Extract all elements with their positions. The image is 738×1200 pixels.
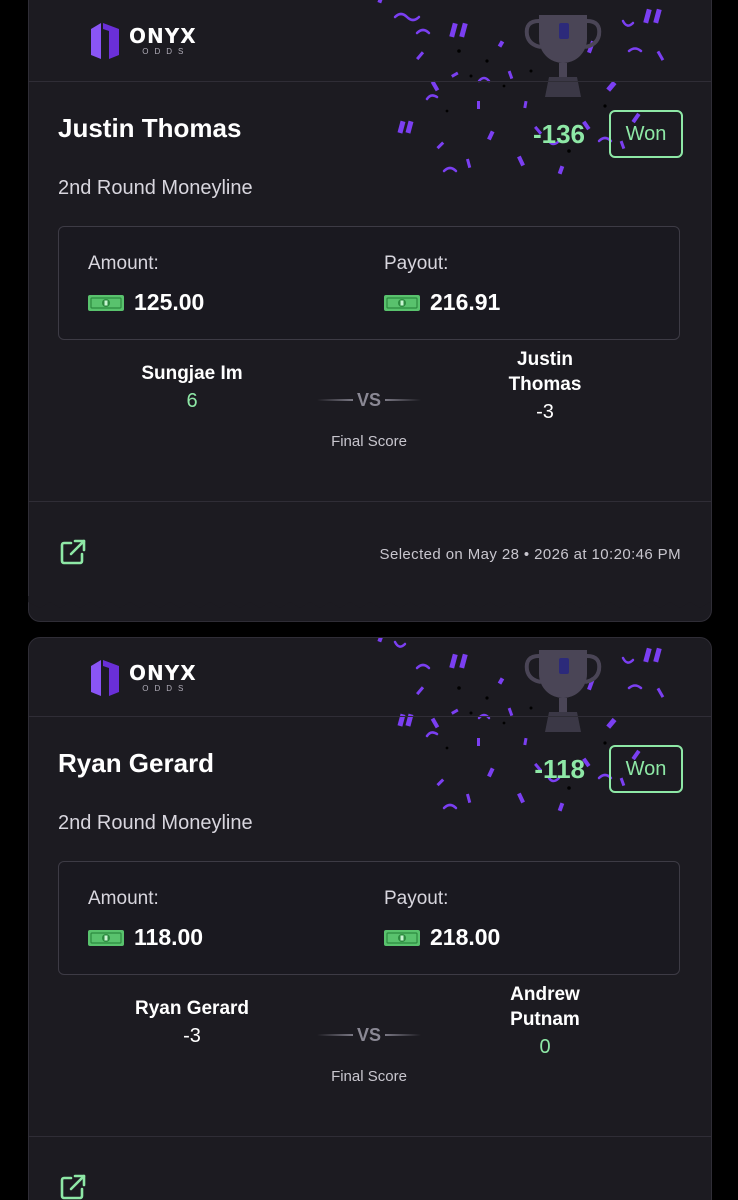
cash-icon [384, 929, 420, 946]
payout-label: Payout: [384, 888, 449, 909]
team-left-score: -3 [183, 1025, 201, 1047]
bet-market: 2nd Round Moneyline [58, 177, 253, 199]
card-header: ONYX ODDS [29, 638, 711, 717]
cash-icon [88, 929, 124, 946]
payout-value: 216.91 [430, 289, 501, 315]
vs-label: VS [357, 1024, 382, 1045]
amount-label: Amount: [88, 253, 159, 274]
logo-wordmark: ONYX [129, 24, 197, 48]
team-left: Ryan Gerard -3 [97, 996, 287, 1049]
team-right-score: -3 [536, 401, 554, 423]
payout-section: Payout: 216.91 [384, 253, 500, 316]
vs-separator: VS [317, 387, 422, 413]
matchup: Sungjae Im 6 VS Final Score Justin Thoma… [29, 349, 711, 479]
team-right-name-line1: Justin [517, 349, 573, 370]
payout-value: 218.00 [430, 924, 501, 950]
onyx-logo-icon [91, 23, 119, 59]
cash-icon [384, 294, 420, 311]
vs-label: VS [357, 389, 382, 410]
bet-card[interactable]: ONYX ODDS Ryan Gerard 2nd Round Moneylin… [28, 637, 712, 1200]
selected-timestamp: Selected on May 28 • 2026 at 10:20:46 PM [379, 546, 681, 563]
onyx-logo-icon [91, 660, 119, 696]
card-header: ONYX ODDS [29, 0, 711, 82]
bet-player-name: Justin Thomas [58, 113, 242, 143]
amount-section: Amount: 118.00 [88, 888, 203, 951]
team-left-name: Sungjae Im [141, 363, 243, 384]
vs-separator: VS [317, 1022, 422, 1048]
bet-odds: -118 [534, 754, 585, 784]
payout-label: Payout: [384, 253, 449, 274]
team-right-name-line2: Putnam [510, 1009, 580, 1030]
team-left-score: 6 [186, 390, 198, 412]
team-right: Justin Thomas -3 [450, 347, 640, 425]
bet-odds: -136 [532, 119, 585, 149]
footer-divider [29, 1136, 711, 1137]
amount-label: Amount: [88, 888, 159, 909]
team-right-name-line1: Andrew [510, 984, 580, 1005]
bet-history-page: ONYX ODDS Justin Thomas 2nd Round Moneyl… [0, 0, 738, 1200]
status-badge: Won [609, 110, 683, 158]
final-score-label: Final Score [331, 433, 407, 450]
matchup: Ryan Gerard -3 VS Final Score Andrew Put… [29, 984, 711, 1114]
logo-subtext: ODDS [142, 684, 190, 693]
amount-value: 118.00 [134, 924, 204, 950]
team-left: Sungjae Im 6 [97, 361, 287, 414]
external-link-icon[interactable] [59, 538, 87, 566]
logo-subtext: ODDS [142, 47, 190, 56]
external-link-icon[interactable] [59, 1173, 87, 1200]
amount-summary: Amount: 125.00 Payout: 216.91 [58, 226, 680, 340]
final-score-label: Final Score [331, 1068, 407, 1085]
bet-market: 2nd Round Moneyline [58, 812, 253, 834]
bet-card[interactable]: ONYX ODDS Justin Thomas 2nd Round Moneyl… [28, 0, 712, 622]
status-badge: Won [609, 745, 683, 793]
footer-divider [29, 501, 711, 502]
onyx-logo: ONYX ODDS [89, 658, 197, 698]
logo-wordmark: ONYX [129, 661, 197, 685]
team-right-score: 0 [539, 1036, 551, 1058]
amount-section: Amount: 125.00 [88, 253, 204, 316]
amount-summary: Amount: 118.00 Payout: 218.00 [58, 861, 680, 975]
onyx-logo: ONYX ODDS [89, 21, 197, 61]
ticket-torn-edge [28, 596, 710, 608]
payout-section: Payout: 218.00 [384, 888, 500, 951]
team-right: Andrew Putnam 0 [450, 982, 640, 1060]
team-right-name-line2: Thomas [508, 374, 582, 395]
amount-value: 125.00 [134, 289, 205, 315]
bet-player-name: Ryan Gerard [58, 748, 215, 778]
team-left-name: Ryan Gerard [134, 998, 250, 1019]
cash-icon [88, 294, 124, 311]
